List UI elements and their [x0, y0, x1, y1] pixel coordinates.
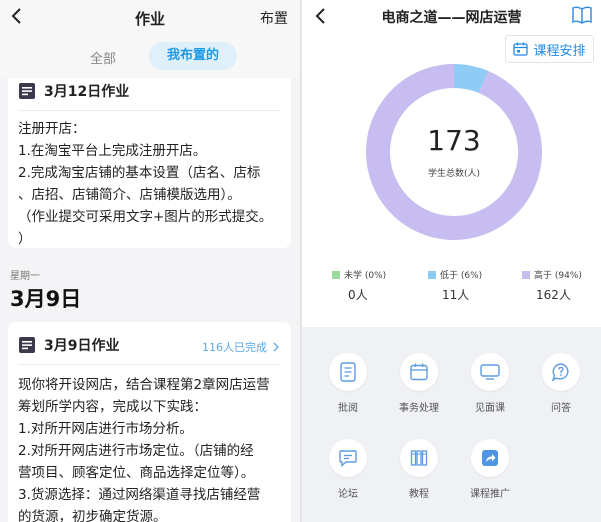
course-stats-pane: 电商之道——网店运营 课程安排 173 学生总数(人) 未学 (0%) 0人 低…: [302, 0, 601, 522]
course-schedule-button[interactable]: 课程安排: [505, 35, 594, 63]
tool-tutorial[interactable]: 教程: [384, 439, 454, 500]
page-title: 作业: [134, 10, 165, 28]
tab-all[interactable]: 全部: [90, 48, 116, 67]
date-heading: 3月9日: [10, 287, 82, 311]
content-line: 1.在淘宝平台上完成注册开店。: [18, 143, 207, 159]
document-icon: [340, 362, 356, 382]
calendar-icon: [410, 363, 428, 381]
student-total: 173: [427, 124, 481, 157]
top-nav-bar: 电商之道——网店运营: [302, 0, 601, 34]
legend-swatch: [428, 270, 436, 279]
content-line: 现你将开设网店，结合课程第2章网店运营: [18, 377, 270, 393]
assignment-header: 3月9日作业: [18, 334, 119, 356]
content-line: 2.对所开网店进行市场定位。（店铺的经: [18, 443, 254, 459]
assignment-title: 3月9日作业: [44, 338, 120, 354]
tool-label: 教程: [409, 489, 429, 500]
books-icon: [410, 450, 428, 466]
chevron-right-icon: [273, 342, 279, 352]
assignment-title: 3月12日作业: [44, 84, 130, 100]
divider: [18, 364, 281, 365]
course-title: 电商之道——网店运营: [381, 10, 522, 26]
legend-value: 0人: [348, 288, 368, 302]
legend-label: 未学 (0%): [344, 271, 387, 281]
document-icon: [19, 83, 35, 99]
assignment-header: 3月12日作业: [18, 80, 129, 102]
legend-above: 高于 (94%) 162人: [522, 268, 601, 303]
weekday-label: 星期一: [10, 271, 40, 282]
content-line: 营项目、顾客定位、商品选择定位等）。: [18, 465, 255, 481]
monitor-icon: [480, 364, 500, 380]
tool-label: 批阅: [338, 403, 358, 414]
tool-course-promotion[interactable]: 课程推广: [455, 439, 525, 500]
legend-value: 11人: [442, 288, 470, 302]
assignment-card-mar9[interactable]: 3月9日作业 116人已完成 现你将开设网店，结合课程第2章网店运营 筹划所学内…: [8, 322, 291, 522]
assignment-card-mar12[interactable]: 3月12日作业 注册开店： 1.在淘宝平台上完成注册开店。 2.完成淘宝店铺的基…: [8, 68, 291, 248]
legend-swatch: [332, 270, 340, 279]
completion-link[interactable]: 116人已完成: [202, 339, 279, 355]
chat-bubble-icon: [339, 450, 357, 468]
book-icon[interactable]: [571, 4, 593, 26]
tool-icon-circle: [400, 353, 438, 391]
content-line: 、店招、店铺简介、店铺模版选用）。: [18, 187, 241, 203]
course-schedule-label: 课程安排: [533, 43, 586, 59]
tool-qa[interactable]: 问答: [526, 353, 596, 414]
tool-grid: 批阅 事务处理 见面课 问答 论坛 教程 课程推广: [302, 327, 601, 522]
tool-affairs[interactable]: 事务处理: [384, 353, 454, 414]
content-line: 筹划所学内容，完成以下实践：: [18, 399, 207, 415]
student-total-label: 学生总数(人): [427, 169, 481, 179]
tool-meeting-class[interactable]: 见面课: [455, 353, 525, 414]
legend-swatch: [522, 270, 530, 279]
tool-icon-circle: [471, 439, 509, 477]
content-line: 注册开店：: [18, 121, 86, 137]
homework-pane: 3月12日作业 注册开店： 1.在淘宝平台上完成注册开店。 2.完成淘宝店铺的基…: [0, 0, 300, 522]
share-icon: [482, 450, 498, 466]
tool-label: 论坛: [338, 489, 358, 500]
completion-count: 116人已完成: [202, 341, 267, 354]
legend-label: 低于 (6%): [440, 271, 483, 281]
content-line: ）: [18, 231, 32, 247]
tool-icon-circle: [471, 353, 509, 391]
tool-icon-circle: [400, 439, 438, 477]
content-line: （作业提交可采用文字+图片的形式提交。: [18, 209, 273, 225]
question-bubble-icon: [551, 363, 569, 382]
divider: [18, 110, 281, 111]
legend-label: 高于 (94%): [534, 271, 582, 281]
assign-button[interactable]: 布置: [260, 8, 288, 28]
tool-icon-circle: [329, 353, 367, 391]
tool-review[interactable]: 批阅: [313, 353, 383, 414]
content-line: 1.对所开网店进行市场分析。: [18, 421, 193, 437]
top-nav-bar: 作业 布置: [0, 0, 300, 34]
tool-forum[interactable]: 论坛: [313, 439, 383, 500]
content-line: 的货源，初步确定货源。: [18, 509, 167, 522]
content-line: 2.完成淘宝店铺的基本设置（店名、店标: [18, 165, 261, 181]
assignment-content: 注册开店： 1.在淘宝平台上完成注册开店。 2.完成淘宝店铺的基本设置（店名、店…: [18, 118, 283, 250]
document-icon: [19, 337, 35, 353]
tool-label: 课程推广: [470, 489, 510, 500]
legend-value: 162人: [536, 288, 571, 302]
assignment-content: 现你将开设网店，结合课程第2章网店运营 筹划所学内容，完成以下实践： 1.对所开…: [18, 374, 283, 522]
content-line: 3.货源选择：通过网络渠道寻找店铺经营: [18, 487, 261, 503]
tool-label: 见面课: [475, 403, 505, 414]
tab-my-assigned[interactable]: 我布置的: [149, 42, 237, 70]
tool-label: 问答: [551, 403, 571, 414]
schedule-icon: [513, 42, 529, 56]
legend-below: 低于 (6%) 11人: [428, 268, 518, 303]
tool-label: 事务处理: [399, 403, 439, 414]
segmented-tabs: 全部 我布置的: [0, 34, 300, 78]
legend-not-studied: 未学 (0%) 0人: [332, 268, 422, 303]
tool-icon-circle: [329, 439, 367, 477]
tool-icon-circle: [542, 353, 580, 391]
